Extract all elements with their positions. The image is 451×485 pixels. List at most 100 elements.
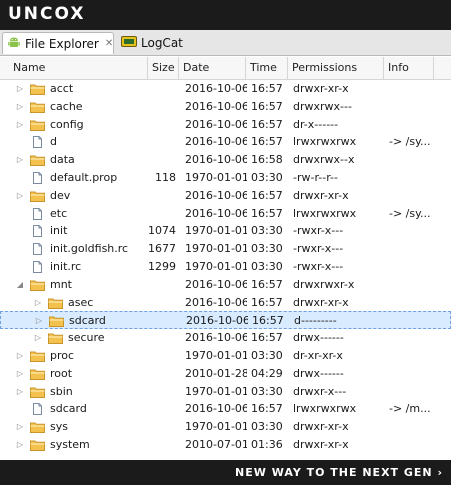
folder-icon bbox=[30, 350, 45, 362]
file-size bbox=[148, 80, 176, 98]
expand-arrow-icon[interactable]: ▷ bbox=[15, 151, 25, 169]
table-row[interactable]: ▷ sdcard 2016-10-06 16:57 d--------- bbox=[0, 311, 451, 330]
file-time: 16:57 bbox=[251, 188, 283, 202]
expand-arrow-icon[interactable]: ▷ bbox=[15, 365, 25, 383]
file-date: 2016-10-06 bbox=[186, 314, 248, 328]
expand-arrow-icon[interactable]: ▷ bbox=[33, 329, 43, 347]
android-icon bbox=[7, 35, 21, 52]
file-permissions: drwx------ bbox=[293, 331, 344, 345]
folder-icon bbox=[30, 421, 45, 434]
column-permissions[interactable]: Permissions bbox=[288, 57, 384, 79]
file-name: system bbox=[50, 438, 90, 451]
file-date: 2016-10-06 bbox=[185, 82, 247, 95]
file-permissions: drwxrwxr-x bbox=[293, 277, 355, 291]
file-name: config bbox=[50, 117, 84, 131]
close-icon[interactable]: ✕ bbox=[105, 38, 113, 49]
file-info bbox=[390, 312, 450, 330]
table-row[interactable]: init.rc 12995 1970-01-01 03:30 -rwxr-x--- bbox=[0, 258, 451, 276]
file-name: asec bbox=[68, 295, 94, 309]
column-info[interactable]: Info bbox=[384, 57, 434, 79]
tab-logcat[interactable]: LogCat bbox=[118, 32, 198, 54]
file-info bbox=[389, 98, 449, 116]
file-date: 1970-01-01 bbox=[185, 242, 247, 256]
table-row[interactable]: sdcard 2016-10-06 16:57 lrwxrwxrwx -> /m... bbox=[0, 400, 451, 418]
expand-arrow-icon[interactable]: ▷ bbox=[15, 383, 25, 401]
file-permissions: drwxrwx--- bbox=[293, 99, 352, 113]
table-row[interactable]: ◢ mnt 2016-10-06 16:57 drwxrwxr-x bbox=[0, 276, 451, 294]
expand-arrow-icon[interactable]: ▷ bbox=[15, 418, 25, 436]
table-row[interactable]: default.prop 118 1970-01-01 03:30 -rw-r--r-- bbox=[0, 169, 451, 187]
table-row[interactable]: ▷ cache 2016-10-06 16:57 drwxrwx--- bbox=[0, 98, 451, 116]
column-name[interactable]: Name bbox=[9, 57, 148, 79]
file-size bbox=[148, 365, 176, 383]
file-permissions: drwxr-xr-x bbox=[293, 420, 349, 434]
file-info bbox=[389, 276, 449, 294]
folder-icon bbox=[30, 190, 45, 202]
file-permissions: lrwxrwxrwx bbox=[293, 206, 357, 220]
tab-file-explorer[interactable]: File Explorer ✕ bbox=[2, 32, 114, 54]
table-row[interactable]: ▷ acct 2016-10-06 16:57 drwxr-xr-x bbox=[0, 80, 451, 98]
top-banner: uncox bbox=[0, 0, 451, 31]
expand-arrow-icon[interactable]: ▷ bbox=[15, 436, 25, 454]
file-time: 16:57 bbox=[251, 82, 283, 95]
file-date: 1970-01-01 bbox=[185, 420, 247, 434]
table-row[interactable]: ▷ proc 1970-01-01 03:30 dr-xr-xr-x bbox=[0, 347, 451, 365]
file-name: sdcard bbox=[69, 314, 106, 328]
file-info bbox=[389, 365, 449, 383]
expand-arrow-icon[interactable]: ▷ bbox=[15, 187, 25, 205]
file-permissions: dr-x------ bbox=[293, 117, 339, 131]
table-row[interactable]: ▷ root 2010-01-28 04:29 drwx------ bbox=[0, 365, 451, 383]
file-size bbox=[148, 294, 176, 312]
table-row[interactable]: ▷ system 2010-07-01 01:36 drwxr-xr-x bbox=[0, 436, 451, 454]
table-row[interactable]: ▷ config 2016-10-06 16:57 dr-x------ bbox=[0, 116, 451, 134]
folder-icon bbox=[30, 154, 45, 167]
file-permissions: drwxr-xr-x bbox=[293, 82, 349, 95]
file-info bbox=[389, 240, 449, 258]
file-permissions: lrwxrwxrwx bbox=[293, 135, 357, 149]
table-row[interactable]: ▷ secure 2016-10-06 16:57 drwx------ bbox=[0, 329, 451, 347]
file-name: d bbox=[50, 135, 57, 149]
table-row[interactable]: ▷ dev 2016-10-06 16:57 drwxr-xr-x bbox=[0, 187, 451, 205]
file-icon bbox=[30, 207, 45, 220]
file-name: mnt bbox=[50, 277, 72, 291]
file-info bbox=[389, 80, 449, 98]
file-permissions: drwxr-x--- bbox=[293, 384, 347, 398]
file-date: 1970-01-01 bbox=[185, 224, 247, 238]
table-row[interactable]: ▷ sys 1970-01-01 03:30 drwxr-xr-x bbox=[0, 418, 451, 436]
column-date[interactable]: Date bbox=[179, 57, 246, 79]
folder-icon bbox=[49, 315, 64, 328]
file-size bbox=[148, 151, 176, 169]
file-time: 16:57 bbox=[251, 117, 283, 131]
table-row[interactable]: init 107412 1970-01-01 03:30 -rwxr-x--- bbox=[0, 222, 451, 240]
expand-arrow-icon[interactable]: ▷ bbox=[33, 294, 43, 312]
table-row[interactable]: init.goldfish.rc 1677 1970-01-01 03:30 -rwxr… bbox=[0, 240, 451, 258]
column-size[interactable]: Size bbox=[148, 57, 179, 79]
expand-arrow-icon[interactable]: ▷ bbox=[15, 347, 25, 365]
table-row[interactable]: etc 2016-10-06 16:57 lrwxrwxrwx -> /sy... bbox=[0, 205, 451, 223]
file-info bbox=[389, 258, 449, 276]
file-name: etc bbox=[50, 206, 68, 220]
file-icon bbox=[30, 261, 45, 273]
file-time: 16:57 bbox=[251, 135, 283, 149]
file-info bbox=[389, 169, 449, 187]
expand-arrow-icon[interactable]: ▷ bbox=[15, 98, 25, 116]
file-icon bbox=[30, 172, 45, 184]
file-date: 2016-10-06 bbox=[185, 135, 247, 149]
file-size: 118 bbox=[155, 171, 176, 184]
table-row[interactable]: ▷ asec 2016-10-06 16:57 drwxr-xr-x bbox=[0, 294, 451, 312]
table-row[interactable]: d 2016-10-06 16:57 lrwxrwxrwx -> /sy... bbox=[0, 133, 451, 151]
expand-arrow-icon[interactable]: ▷ bbox=[15, 116, 25, 134]
file-date: 2016-10-06 bbox=[185, 188, 247, 202]
file-name: cache bbox=[50, 99, 83, 113]
file-icon bbox=[30, 403, 45, 416]
tab-label: LogCat bbox=[141, 36, 183, 50]
column-time[interactable]: Time bbox=[246, 57, 288, 79]
file-date: 1970-01-01 bbox=[185, 349, 247, 362]
expand-arrow-icon[interactable]: ▷ bbox=[34, 312, 44, 330]
file-date: 2016-10-06 bbox=[185, 402, 247, 416]
table-row[interactable]: ▷ data 2016-10-06 16:58 drwxrwx--x bbox=[0, 151, 451, 169]
collapse-arrow-icon[interactable]: ◢ bbox=[15, 276, 25, 294]
expand-arrow-icon[interactable]: ▷ bbox=[15, 80, 25, 98]
table-row[interactable]: ▷ sbin 1970-01-01 03:30 drwxr-x--- bbox=[0, 383, 451, 401]
file-size: 1677 bbox=[148, 242, 176, 256]
